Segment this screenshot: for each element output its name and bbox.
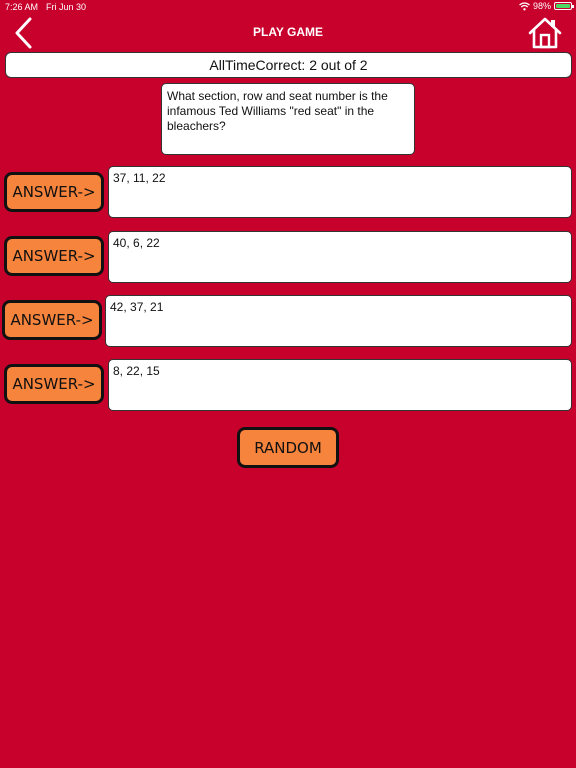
answer-field-3: 42, 37, 21 [105, 295, 572, 347]
status-date: Fri Jun 30 [46, 2, 87, 12]
answer-field-1: 37, 11, 22 [108, 166, 572, 218]
home-button[interactable] [527, 16, 563, 50]
answer-button-3[interactable]: ANSWER-> [2, 300, 102, 340]
status-indicators: 98% [519, 1, 574, 11]
score-display: AllTimeCorrect: 2 out of 2 [5, 52, 572, 78]
question-text: What section, row and seat number is the… [161, 83, 415, 155]
wifi-icon [519, 1, 530, 10]
status-bar: 7:26 AM Fri Jun 30 98% [0, 0, 576, 14]
battery-cap [572, 5, 574, 8]
home-icon [528, 17, 562, 49]
answer-field-4: 8, 22, 15 [108, 359, 572, 411]
battery-fill [556, 4, 570, 8]
answer-button-1[interactable]: ANSWER-> [4, 172, 104, 212]
random-button[interactable]: RANDOM [237, 427, 339, 468]
nav-bar: PLAY GAME [0, 14, 576, 50]
status-time-date: 7:26 AM Fri Jun 30 [5, 2, 86, 12]
battery-percent: 98% [532, 1, 551, 11]
battery-icon [554, 2, 574, 10]
page-title: PLAY GAME [252, 25, 324, 39]
answer-button-2[interactable]: ANSWER-> [4, 236, 104, 276]
answer-button-4[interactable]: ANSWER-> [4, 364, 104, 404]
status-time: 7:26 AM [5, 2, 39, 12]
answer-field-2: 40, 6, 22 [108, 231, 572, 283]
